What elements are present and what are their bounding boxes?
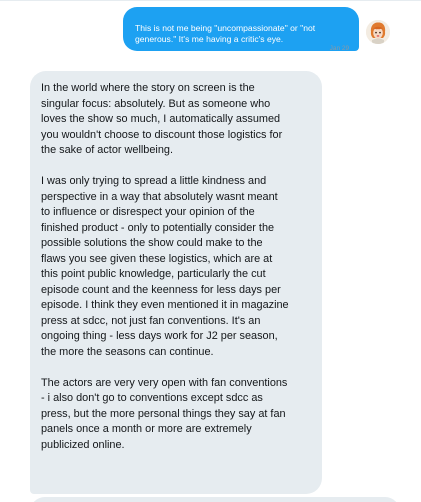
message-date: Jan 29: [329, 45, 350, 52]
incoming-message-paragraph: The actors are very very open with fan c…: [41, 376, 288, 451]
outgoing-message-text: This is not me being "uncompassionate" o…: [135, 23, 316, 44]
outgoing-message-bubble[interactable]: This is not me being "uncompassionate" o…: [123, 7, 359, 51]
avatar-image: [366, 20, 390, 44]
incoming-message-bubble-partial[interactable]: [30, 497, 400, 502]
outgoing-message-meta: Jan 29 ✓: [330, 45, 359, 52]
incoming-message-paragraph: I was only trying to spread a little kin…: [41, 175, 289, 358]
check-icon: ✓: [353, 45, 359, 52]
divider: [0, 0, 421, 1]
message-thread: This is not me being "uncompassionate" o…: [0, 0, 421, 502]
incoming-message-paragraph: In the world where the story on screen i…: [41, 82, 283, 156]
incoming-message-bubble[interactable]: In the world where the story on screen i…: [30, 71, 322, 494]
avatar[interactable]: [366, 20, 390, 44]
